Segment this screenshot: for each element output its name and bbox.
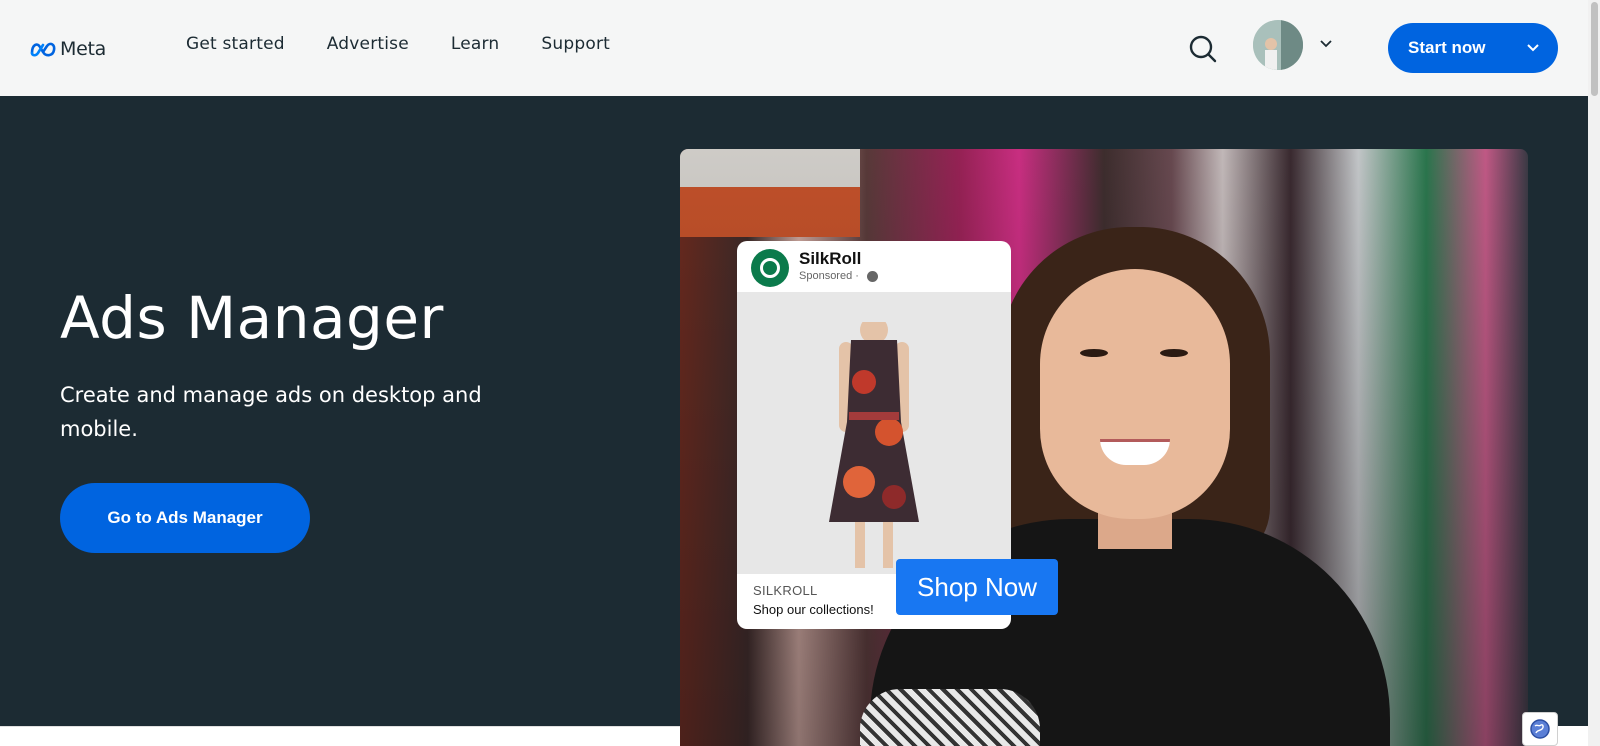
page-title: Ads Manager	[60, 284, 444, 352]
chevron-down-icon	[1527, 44, 1539, 52]
ad-brand-label: SILKROLL	[753, 583, 818, 598]
shop-now-button[interactable]: Shop Now	[896, 559, 1058, 615]
ad-page-name: SilkRoll	[799, 249, 862, 268]
start-now-button[interactable]: Start now	[1388, 23, 1558, 73]
globe-icon	[1530, 719, 1550, 739]
silkroll-logo	[751, 249, 789, 287]
globe-icon	[867, 271, 878, 282]
hero-image: SilkRoll Sponsored · SILKROLL Shop our c…	[680, 149, 1528, 746]
scrollbar-thumb[interactable]	[1591, 2, 1598, 96]
nav-advertise[interactable]: Advertise	[327, 34, 409, 54]
hero-section: Ads Manager Create and manage ads on des…	[0, 96, 1588, 746]
page-scrollbar[interactable]	[1588, 0, 1600, 746]
ad-sponsored-label: Sponsored ·	[799, 270, 859, 282]
main-nav: Get started Advertise Learn Support	[186, 34, 652, 54]
logo-text: Meta	[60, 38, 106, 60]
nav-support[interactable]: Support	[541, 34, 610, 54]
language-button[interactable]	[1522, 712, 1558, 746]
page: Meta Get started Advertise Learn Support…	[0, 0, 1600, 746]
search-icon[interactable]	[1188, 34, 1218, 64]
go-to-ads-manager-button[interactable]: Go to Ads Manager	[60, 483, 310, 553]
hero-subtitle: Create and manage ads on desktop and mob…	[60, 383, 482, 441]
nav-get-started[interactable]: Get started	[186, 34, 285, 54]
meta-logo-icon	[30, 42, 56, 57]
chevron-down-icon[interactable]	[1318, 36, 1334, 52]
start-now-label: Start now	[1408, 38, 1486, 57]
page-footer-strip	[0, 726, 680, 746]
ad-tagline: Shop our collections!	[753, 602, 874, 617]
avatar-image	[1253, 20, 1303, 70]
dress-image	[829, 322, 919, 568]
ad-product-image	[737, 292, 1011, 574]
top-navigation-bar: Meta Get started Advertise Learn Support…	[0, 0, 1588, 96]
avatar[interactable]	[1253, 20, 1303, 70]
meta-logo[interactable]: Meta	[30, 36, 106, 62]
nav-learn[interactable]: Learn	[451, 34, 500, 54]
